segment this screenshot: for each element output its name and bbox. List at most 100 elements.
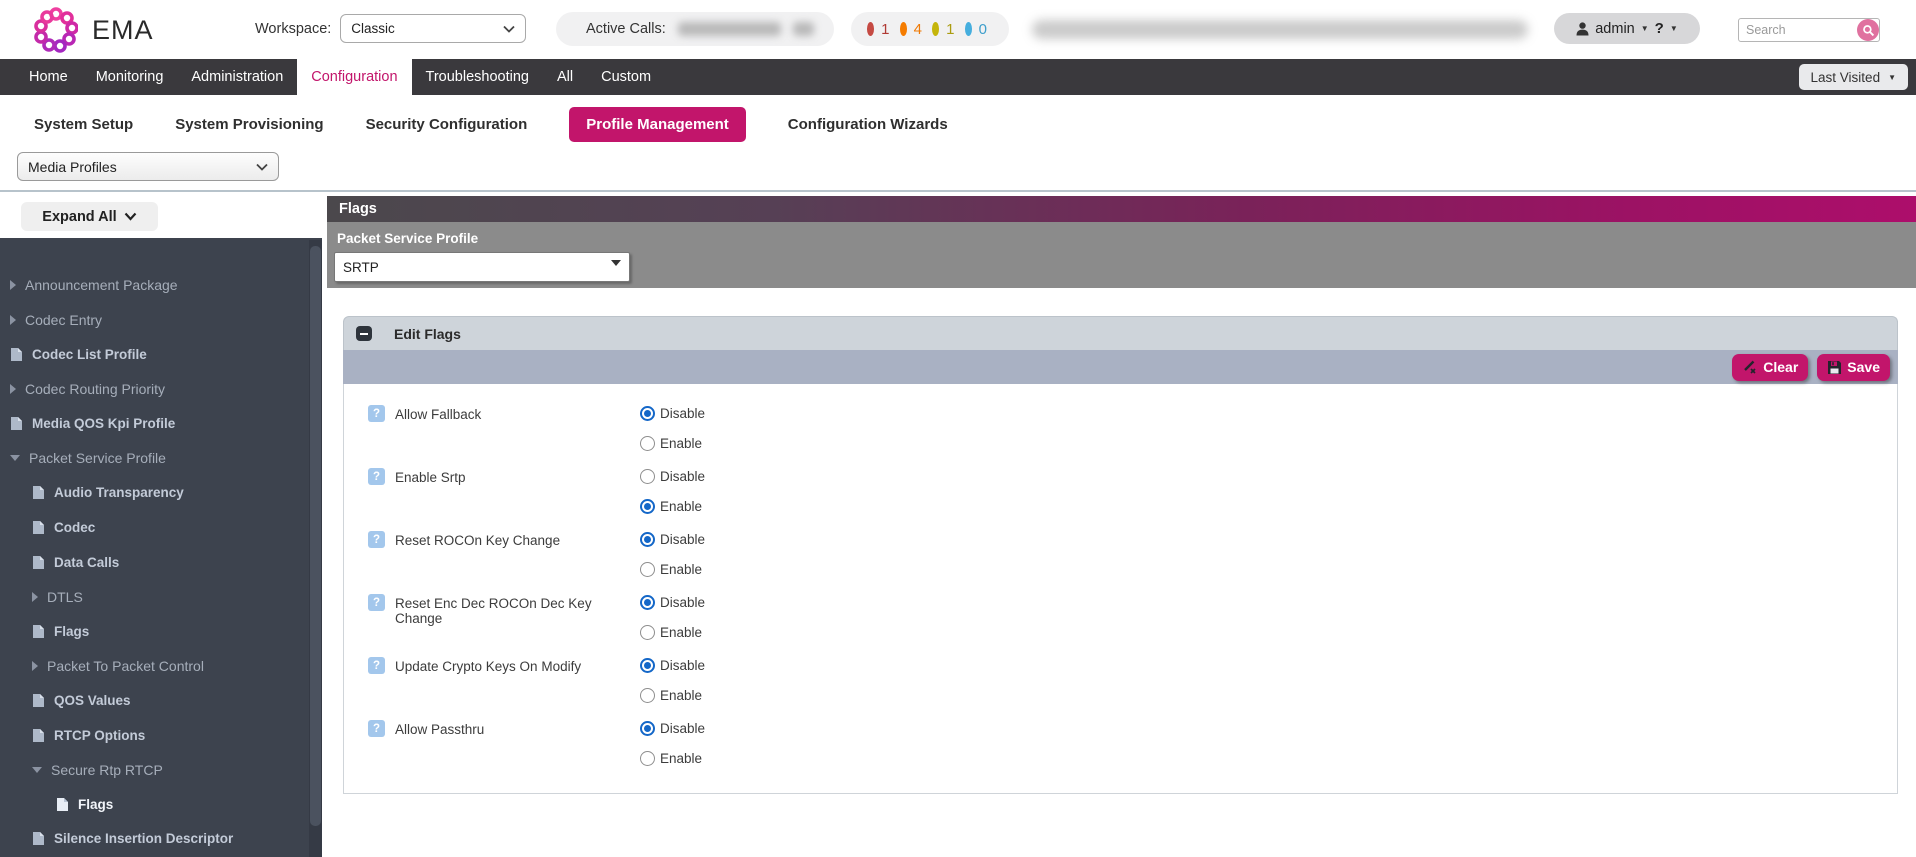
ema-logo-icon xyxy=(34,7,78,53)
edit-flags-toolbar: Clear Save xyxy=(343,350,1898,384)
enable-srtp-disable-radio[interactable] xyxy=(640,469,655,484)
profile-instance-select[interactable]: SRTP xyxy=(334,252,630,282)
nav-item-home[interactable]: Home xyxy=(15,59,82,95)
nav-item-configuration[interactable]: Configuration xyxy=(297,59,411,95)
expand-arrow-icon[interactable] xyxy=(10,384,16,394)
tree-item-packet-to-packet-control[interactable]: Packet To Packet Control xyxy=(0,649,322,684)
sidebar-scrollbar[interactable] xyxy=(309,240,322,857)
tab-system-provisioning[interactable]: System Provisioning xyxy=(175,116,323,133)
tree-item-codec-list-profile[interactable]: Codec List Profile xyxy=(0,337,322,372)
enable-srtp-enable-radio[interactable] xyxy=(640,499,655,514)
expand-arrow-icon[interactable] xyxy=(32,592,38,602)
reset-rocon-radio-group: Disable Enable xyxy=(640,528,705,580)
tree-item-rtcp-options[interactable]: RTCP Options xyxy=(0,718,322,753)
tree-item-data-calls[interactable]: Data Calls xyxy=(0,545,322,580)
nav-item-monitoring[interactable]: Monitoring xyxy=(82,59,178,95)
help-tooltip-icon[interactable]: ? xyxy=(368,531,385,548)
file-icon xyxy=(32,728,45,743)
nav-item-troubleshooting[interactable]: Troubleshooting xyxy=(412,59,543,95)
active-calls-pill[interactable]: Active Calls: xyxy=(556,12,834,46)
search-group xyxy=(1738,18,1880,42)
critical-alarm-dot-icon xyxy=(867,22,874,36)
chevron-down-icon xyxy=(124,212,137,221)
minor-alarm-dot-icon xyxy=(932,22,939,36)
reset-rocon-disable-radio[interactable] xyxy=(640,532,655,547)
clear-button-label: Clear xyxy=(1763,359,1798,375)
help-caret-icon: ▼ xyxy=(1670,24,1678,33)
minor-alarm-count: 1 xyxy=(946,21,954,38)
update-crypto-keys-enable-radio[interactable] xyxy=(640,688,655,703)
clear-button[interactable]: Clear xyxy=(1732,354,1808,381)
sidebar-top: Expand All xyxy=(0,192,322,238)
tree-item-qos-values[interactable]: QOS Values xyxy=(0,683,322,718)
top-header: EMA Workspace: Classic Active Calls: 1 4… xyxy=(0,0,1916,59)
reset-enc-dec-rocon-enable-radio[interactable] xyxy=(640,625,655,640)
tree-item-codec[interactable]: Codec xyxy=(0,510,322,545)
reset-enc-dec-rocon-disable-radio[interactable] xyxy=(640,595,655,610)
nav-item-all[interactable]: All xyxy=(543,59,587,95)
allow-fallback-enable-radio[interactable] xyxy=(640,436,655,451)
allow-passthru-disable-radio[interactable] xyxy=(640,721,655,736)
allow-fallback-disable-radio[interactable] xyxy=(640,406,655,421)
tab-system-setup[interactable]: System Setup xyxy=(34,116,133,133)
help-tooltip-icon[interactable]: ? xyxy=(368,468,385,485)
profile-instance-value: SRTP xyxy=(343,260,379,275)
tree-item-audio-transparency[interactable]: Audio Transparency xyxy=(0,476,322,511)
tab-configuration-wizards[interactable]: Configuration Wizards xyxy=(788,116,948,133)
tree-item-dtls[interactable]: DTLS xyxy=(0,579,322,614)
last-visited-caret-icon: ▼ xyxy=(1888,73,1896,82)
last-visited-dropdown[interactable]: Last Visited ▼ xyxy=(1799,64,1908,90)
profile-selector-bar: Packet Service Profile SRTP xyxy=(327,222,1916,288)
reset-enc-dec-rocon-radio-group: Disable Enable xyxy=(640,591,705,643)
update-crypto-keys-disable-radio[interactable] xyxy=(640,658,655,673)
tree-item-secure-rtp-rtcp[interactable]: Secure Rtp RTCP xyxy=(0,752,322,787)
user-menu[interactable]: admin ▼ ? ▼ xyxy=(1554,13,1700,44)
tree-item-packet-service-profile[interactable]: Packet Service Profile xyxy=(0,441,322,476)
tree-item-media-qos-kpi-profile[interactable]: Media QOS Kpi Profile xyxy=(0,406,322,441)
chevron-down-icon xyxy=(503,25,515,33)
collapse-arrow-icon[interactable] xyxy=(10,455,20,461)
expand-arrow-icon[interactable] xyxy=(10,315,16,325)
tree-item-codec-routing-priority[interactable]: Codec Routing Priority xyxy=(0,372,322,407)
help-button[interactable]: ? xyxy=(1655,20,1664,37)
expand-arrow-icon[interactable] xyxy=(10,280,16,290)
tree-item-flags-secure-rtp[interactable]: Flags xyxy=(0,787,322,822)
tree-item-announcement-package[interactable]: Announcement Package xyxy=(0,268,322,303)
help-tooltip-icon[interactable]: ? xyxy=(368,657,385,674)
workspace-select[interactable]: Classic xyxy=(340,14,526,43)
tab-security-configuration[interactable]: Security Configuration xyxy=(366,116,528,133)
reset-rocon-enable-radio[interactable] xyxy=(640,562,655,577)
nav-item-administration[interactable]: Administration xyxy=(177,59,297,95)
field-reset-enc-dec-rocon: ? Reset Enc Dec ROCOn Dec Key Change Dis… xyxy=(368,591,1897,643)
page-title-bar: Flags xyxy=(327,196,1916,222)
expand-all-button[interactable]: Expand All xyxy=(21,202,158,231)
help-tooltip-icon[interactable]: ? xyxy=(368,405,385,422)
configuration-sub-nav: System Setup System Provisioning Securit… xyxy=(0,95,1916,153)
alarm-summary-pill[interactable]: 1 4 1 0 xyxy=(851,12,1009,46)
allow-passthru-enable-radio[interactable] xyxy=(640,751,655,766)
expand-arrow-icon[interactable] xyxy=(32,661,38,671)
help-tooltip-icon[interactable]: ? xyxy=(368,594,385,611)
tab-profile-management[interactable]: Profile Management xyxy=(569,107,746,142)
tree-item-codec-entry[interactable]: Codec Entry xyxy=(0,303,322,338)
field-allow-fallback: ? Allow Fallback Disable Enable xyxy=(368,402,1897,454)
nav-item-custom[interactable]: Custom xyxy=(587,59,665,95)
collapse-arrow-icon[interactable] xyxy=(32,767,42,773)
clear-pencil-icon xyxy=(1742,359,1758,375)
enable-srtp-radio-group: Disable Enable xyxy=(640,465,705,517)
tree-item-flags[interactable]: Flags xyxy=(0,614,322,649)
search-button[interactable] xyxy=(1857,19,1879,41)
update-crypto-keys-radio-group: Disable Enable xyxy=(640,654,705,706)
file-icon xyxy=(32,624,45,639)
user-caret-icon: ▼ xyxy=(1641,24,1649,33)
file-icon xyxy=(10,347,23,362)
tree-item-silence-insertion-descriptor[interactable]: Silence Insertion Descriptor xyxy=(0,822,322,857)
app-title: EMA xyxy=(92,15,154,46)
save-button-label: Save xyxy=(1847,359,1880,375)
collapse-panel-button[interactable] xyxy=(356,326,372,341)
edit-flags-title: Edit Flags xyxy=(394,326,461,342)
help-tooltip-icon[interactable]: ? xyxy=(368,720,385,737)
sidebar-scrollbar-thumb[interactable] xyxy=(310,246,321,826)
save-button[interactable]: Save xyxy=(1817,354,1890,381)
profile-category-select[interactable]: Media Profiles xyxy=(17,152,279,181)
